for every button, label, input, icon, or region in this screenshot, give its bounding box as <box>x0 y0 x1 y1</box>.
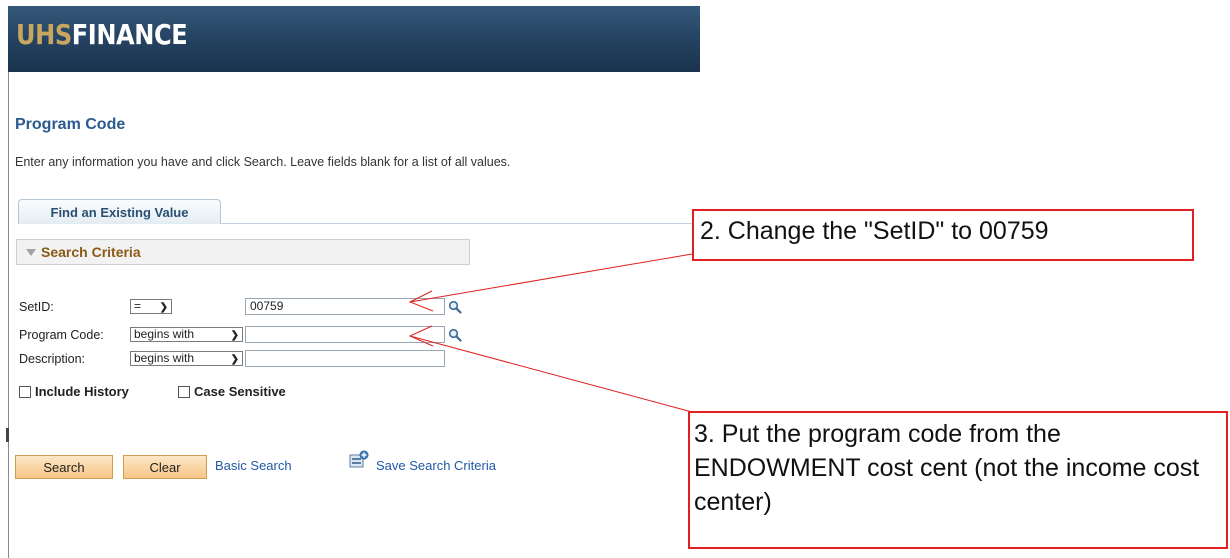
callout-step-3: 3. Put the program code from the ENDOWME… <box>688 411 1228 549</box>
callout-step-2: 2. Change the "SetID" to 00759 <box>692 209 1194 261</box>
callout-3-pointer-line <box>409 335 693 413</box>
callout-2-pointer-line <box>409 253 693 303</box>
callout-3-arrowhead <box>408 325 434 347</box>
